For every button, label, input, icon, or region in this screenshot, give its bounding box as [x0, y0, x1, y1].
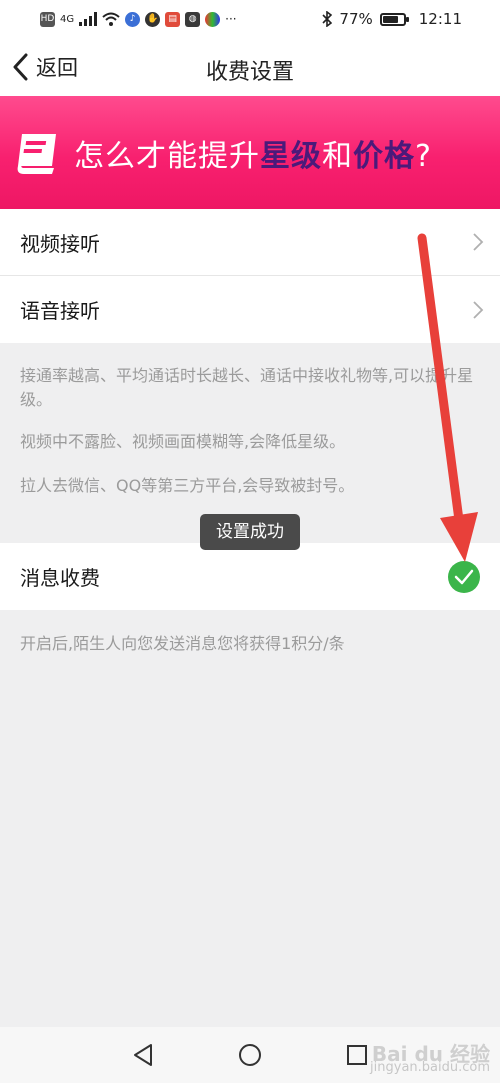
- banner-text-after: ?: [415, 138, 432, 174]
- square-recents-icon: [346, 1045, 367, 1065]
- hand-app-icon: ✋: [145, 11, 161, 27]
- status-right: 77% 12:11: [322, 10, 462, 28]
- bluetooth-icon: [322, 11, 333, 27]
- status-bar: HD 4G ♪ ✋ ▤ ◍ ··· 77% 12:11: [0, 0, 500, 38]
- banner-highlight-price: 价格: [353, 138, 415, 174]
- battery-percent: 77%: [339, 10, 373, 28]
- battery-fill: [382, 15, 398, 23]
- message-charge-checkbox[interactable]: [448, 560, 480, 593]
- system-back-button[interactable]: [123, 1035, 163, 1075]
- promo-banner[interactable]: 怎么才能提升星级和价格?: [0, 96, 500, 209]
- music-app-icon: ♪: [125, 11, 141, 27]
- checkmark-icon: [454, 569, 474, 584]
- news-app-icon: ▤: [165, 11, 181, 27]
- network-label: 4G: [60, 13, 75, 25]
- hd-icon: HD: [40, 11, 55, 27]
- battery-icon: [379, 12, 409, 26]
- row-message-charge[interactable]: 消息收费: [0, 543, 500, 610]
- triangle-back-icon: [134, 1044, 153, 1066]
- row-voice-answer[interactable]: 语音接听: [0, 276, 500, 343]
- status-left: HD 4G ♪ ✋ ▤ ◍ ···: [40, 11, 237, 27]
- signal-icon: [79, 12, 98, 26]
- book-icon: [17, 133, 56, 174]
- banner-text: 怎么才能提升星级和价格?: [74, 131, 432, 175]
- banner-text-mid: 和: [322, 138, 353, 174]
- banner-highlight-star-level: 星级: [260, 138, 322, 174]
- system-home-button[interactable]: [230, 1035, 270, 1075]
- wechat-icon: ◍: [185, 11, 201, 27]
- browser-app-icon: [205, 11, 221, 27]
- wifi-icon: [102, 12, 120, 26]
- row-voice-label: 语音接听: [20, 299, 100, 323]
- watermark: Bai du 经验 jingyan.baidu.com: [370, 1042, 490, 1075]
- hint-star-rules: 接通率越高、平均通话时长越长、通话中接收礼物等,可以提升星级。: [20, 366, 474, 409]
- circle-home-icon: [238, 1044, 261, 1066]
- toast-message: 设置成功: [200, 514, 300, 550]
- nav-bar: 返回 收费设置: [0, 38, 500, 96]
- chevron-left-icon: [13, 53, 28, 81]
- banner-text-before: 怎么才能提升: [74, 138, 260, 174]
- row-video-label: 视频接听: [20, 231, 100, 256]
- hint-lower-star: 视频中不露脸、视频画面模糊等,会降低星级。: [20, 432, 346, 451]
- hint-message-charge: 开启后,陌生人向您发送消息您将获得1积分/条: [20, 634, 345, 653]
- hint-ban-warning: 拉人去微信、QQ等第三方平台,会导致被封号。: [20, 476, 355, 495]
- watermark-brand: Bai du 经验: [371, 1042, 490, 1066]
- chevron-right-icon: [473, 300, 484, 319]
- back-label: 返回: [36, 56, 78, 80]
- more-notifications-icon: ···: [225, 12, 237, 26]
- back-button[interactable]: 返回: [12, 52, 78, 82]
- chevron-right-icon: [473, 233, 484, 251]
- row-video-answer[interactable]: 视频接听: [0, 209, 500, 275]
- row-message-label: 消息收费: [20, 566, 100, 590]
- clock: 12:11: [418, 10, 462, 28]
- watermark-url: jingyan.baidu.com: [370, 1060, 490, 1075]
